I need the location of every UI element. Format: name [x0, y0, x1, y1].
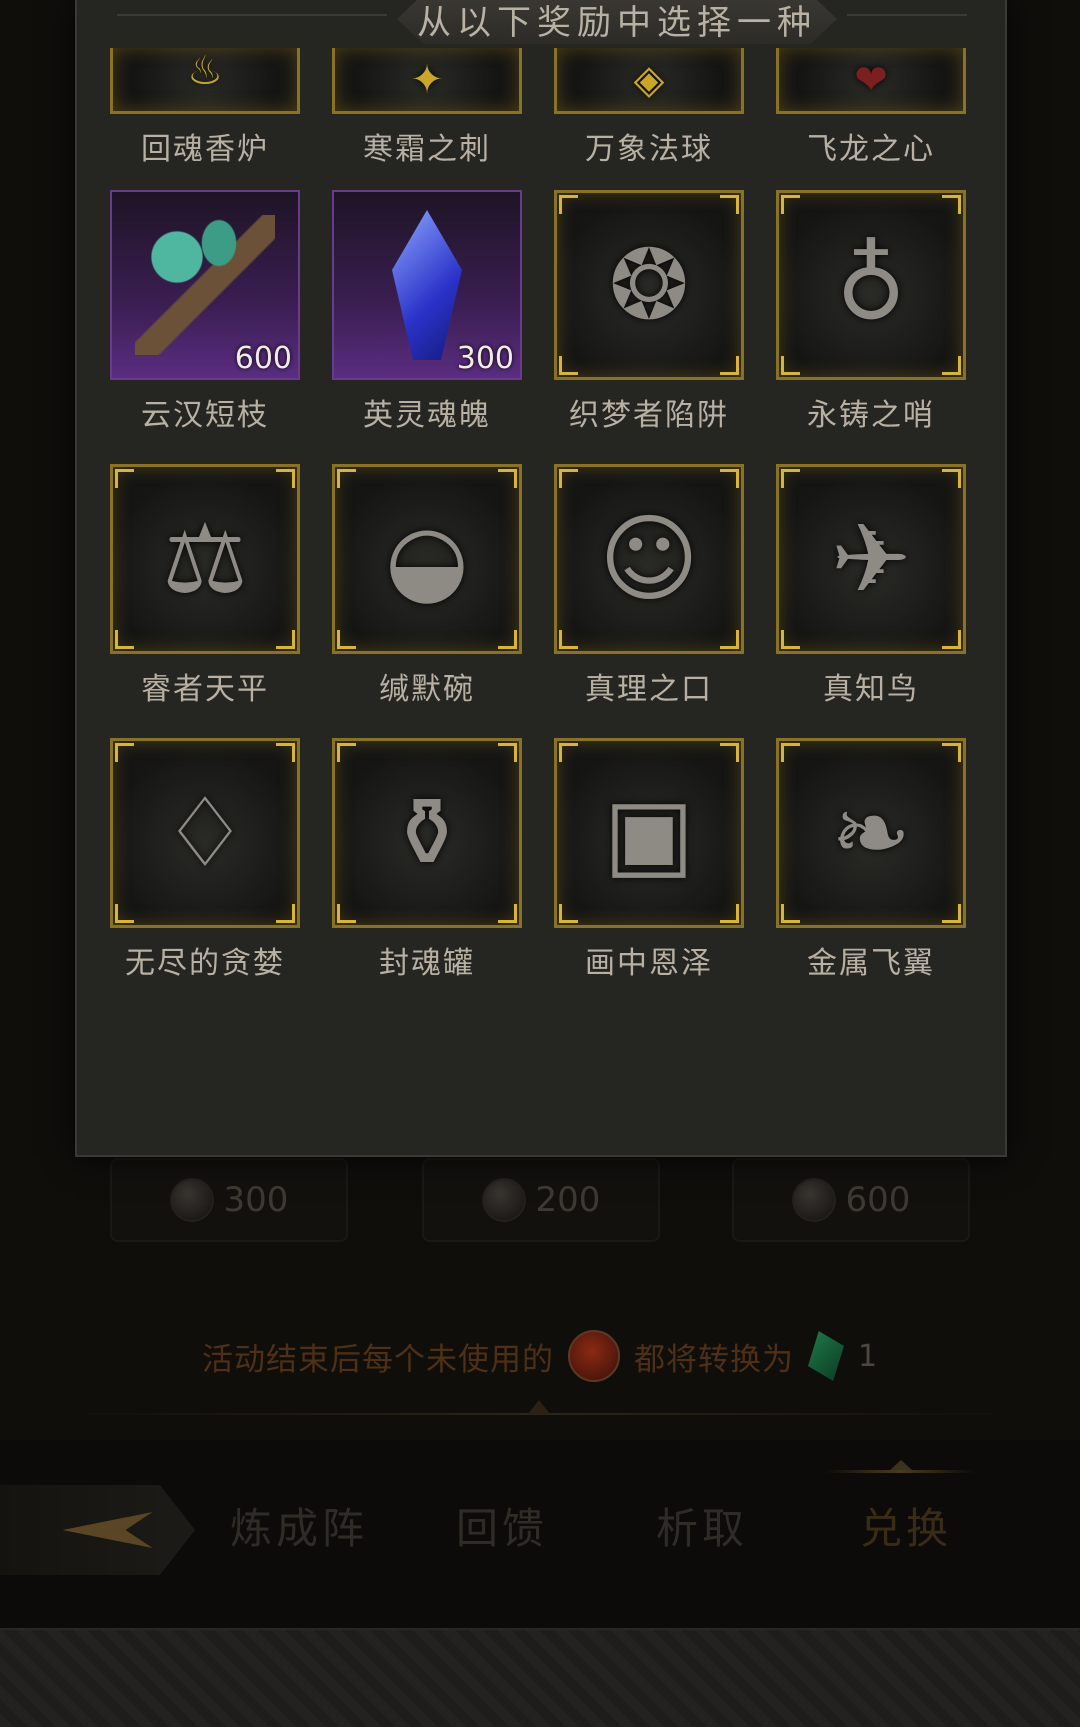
- item-label: 缄默碗: [379, 672, 475, 707]
- bird-icon: ✈: [830, 503, 912, 615]
- reward-item-soul-crystal[interactable]: 300 英灵魂魄: [332, 190, 522, 434]
- token-icon: [791, 1178, 836, 1222]
- item-frame: ✈: [776, 464, 966, 654]
- scales-icon: ⚖: [161, 503, 249, 615]
- incense-burner-icon: ♨: [187, 48, 223, 94]
- item-frame: ♢: [110, 738, 300, 928]
- item-label: 寒霜之刺: [363, 132, 491, 167]
- modal-title: 从以下奖励中选择一种: [417, 2, 817, 43]
- whistle-icon: ♁: [835, 229, 907, 341]
- reward-item-incense-burner[interactable]: ♨ 回魂香炉: [110, 48, 300, 168]
- reward-item-branch[interactable]: 600 云汉短枝: [110, 190, 300, 434]
- back-arrow-icon: [62, 1512, 153, 1548]
- item-frame: ⚖: [110, 464, 300, 654]
- item-frame: ◒: [332, 464, 522, 654]
- fire-orb-icon: [567, 1330, 620, 1382]
- reward-item-mouth-of-truth[interactable]: ☺ 真理之口: [554, 464, 744, 708]
- item-frame: ❤: [776, 48, 966, 114]
- tab-exchange[interactable]: 兑换: [860, 1495, 952, 1556]
- price-value: 300: [223, 1180, 289, 1220]
- item-frame: ◈: [554, 48, 744, 114]
- reward-item-urn[interactable]: ⚱ 封魂罐: [332, 738, 522, 982]
- mouth-of-truth-icon: ☺: [598, 503, 700, 615]
- reward-item-whistle[interactable]: ♁ 永铸之哨: [776, 190, 966, 434]
- price-value: 200: [535, 1180, 601, 1220]
- reward-item-orb[interactable]: ◈ 万象法球: [554, 48, 744, 168]
- tab-extract[interactable]: 析取: [656, 1495, 748, 1556]
- item-label: 万象法球: [585, 132, 713, 167]
- urn-icon: ⚱: [386, 777, 468, 889]
- item-frame: 300: [332, 190, 522, 380]
- dragon-heart-icon: ❤: [854, 56, 888, 103]
- reward-item-dreamcatcher[interactable]: ❂ 织梦者陷阱: [554, 190, 744, 434]
- dreamcatcher-icon: ❂: [608, 229, 690, 341]
- back-button[interactable]: [0, 1485, 195, 1575]
- price-value: 600: [845, 1180, 911, 1220]
- item-label: 睿者天平: [141, 672, 269, 707]
- item-label: 英灵魂魄: [363, 398, 491, 433]
- reward-item-frost-thorn[interactable]: ✦ 寒霜之刺: [332, 48, 522, 168]
- notice-count: 1: [857, 1338, 879, 1374]
- item-frame: ▣: [554, 738, 744, 928]
- item-label: 画中恩泽: [585, 946, 713, 981]
- reward-item-metal-wing[interactable]: ❧ 金属飞翼: [776, 738, 966, 982]
- modal-title-bar: 从以下奖励中选择一种: [397, 0, 837, 44]
- frost-thorn-icon: ✦: [410, 56, 444, 103]
- token-icon: [169, 1178, 214, 1222]
- tab-rewards[interactable]: 回馈: [456, 1495, 548, 1556]
- token-icon: [481, 1178, 526, 1222]
- footer-ornament: [0, 1628, 1080, 1727]
- item-label: 无尽的贪婪: [125, 946, 285, 981]
- item-frame: ☺: [554, 464, 744, 654]
- reward-item-pouch[interactable]: ♢ 无尽的贪婪: [110, 738, 300, 982]
- item-frame: ✦: [332, 48, 522, 114]
- item-frame: ⚱: [332, 738, 522, 928]
- reward-item-bird[interactable]: ✈ 真知鸟: [776, 464, 966, 708]
- reward-item-scales[interactable]: ⚖ 睿者天平: [110, 464, 300, 708]
- framed-painting-icon: ▣: [603, 777, 695, 889]
- green-gem-icon: [807, 1331, 844, 1381]
- tab-active-indicator: [825, 1470, 975, 1473]
- reward-item-bowl[interactable]: ◒ 缄默碗: [332, 464, 522, 708]
- notice-text-before: 活动结束后每个未使用的: [201, 1341, 554, 1378]
- title-divider-right: [847, 14, 967, 16]
- reward-item-dragon-heart[interactable]: ❤ 飞龙之心: [776, 48, 966, 168]
- pouch-icon: ♢: [161, 777, 249, 889]
- item-label: 真理之口: [585, 672, 713, 707]
- metal-wing-icon: ❧: [830, 777, 912, 889]
- tab-indicator-ornament: [890, 1460, 912, 1470]
- item-frame: 600: [110, 190, 300, 380]
- tab-alchemy-circle[interactable]: 炼成阵: [230, 1495, 368, 1556]
- item-frame: ❂: [554, 190, 744, 380]
- item-label: 织梦者陷阱: [569, 398, 729, 433]
- price-slot-2[interactable]: 200: [422, 1158, 660, 1242]
- price-slot-1[interactable]: 300: [110, 1158, 348, 1242]
- item-label: 永铸之哨: [807, 398, 935, 433]
- bottom-tab-bar: 炼成阵 回馈 析取 兑换: [0, 1460, 1080, 1580]
- item-label: 云汉短枝: [141, 398, 269, 433]
- title-divider-left: [117, 14, 387, 16]
- reward-item-framed-painting[interactable]: ▣ 画中恩泽: [554, 738, 744, 982]
- conversion-notice: 活动结束后每个未使用的 都将转换为 1: [0, 1330, 1080, 1382]
- item-quantity: 600: [234, 341, 292, 376]
- item-label: 金属飞翼: [807, 946, 935, 981]
- bowl-icon: ◒: [385, 503, 469, 615]
- item-label: 飞龙之心: [807, 132, 935, 167]
- notice-text-after: 都将转换为: [633, 1341, 794, 1378]
- item-frame: ❧: [776, 738, 966, 928]
- item-label: 回魂香炉: [141, 132, 269, 167]
- orb-icon: ◈: [633, 56, 665, 103]
- item-frame: ♁: [776, 190, 966, 380]
- item-label: 真知鸟: [823, 672, 919, 707]
- item-frame: ♨: [110, 48, 300, 114]
- item-label: 封魂罐: [379, 946, 475, 981]
- item-quantity: 300: [456, 341, 514, 376]
- price-slot-3[interactable]: 600: [732, 1158, 970, 1242]
